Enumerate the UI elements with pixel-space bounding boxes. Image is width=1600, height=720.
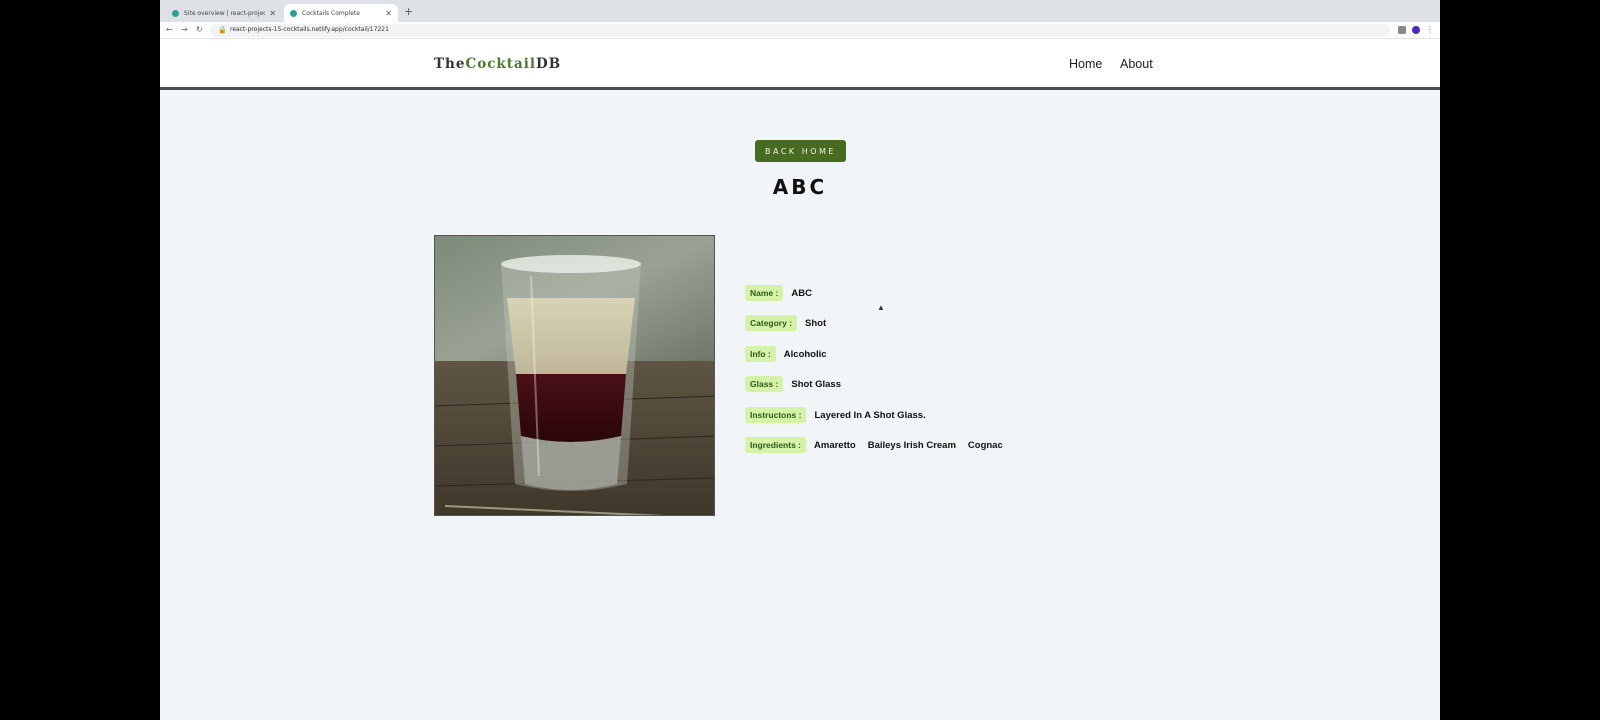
close-tab-icon[interactable]: ✕ [385,9,392,18]
info-value: Alcoholic [783,348,827,360]
info-value: Layered In A Shot Glass. [814,409,926,421]
forward-arrow-icon[interactable]: → [181,25,188,34]
cocktail-image [434,235,715,516]
info-label: Name : [745,285,784,301]
info-row-info: Info : Alcoholic [745,346,827,362]
info-value: Shot [805,317,827,329]
menu-dots-icon[interactable]: ⋮ [1426,25,1434,34]
page-title: ABC [772,175,828,199]
tab-site-overview[interactable]: Site overview | react-projects ✕ [166,4,282,22]
extension-icon[interactable] [1398,26,1406,34]
info-label: Info : [745,346,776,362]
url-text: react-projects-15-cocktails.netlify.app/… [230,26,389,33]
nav-link-home[interactable]: Home [1069,57,1102,71]
tab-favicon-icon [290,9,297,17]
lock-icon: 🔒 [218,27,227,34]
info-row-name: Name : ABC [745,285,812,301]
ingredient-value: Amaretto [814,439,856,451]
shot-glass-photo [435,236,714,515]
tab-title: Cocktails Complete [302,9,360,17]
close-tab-icon[interactable]: ✕ [269,9,276,18]
logo-prefix: The [434,56,466,72]
nav-link-about[interactable]: About [1120,57,1153,71]
info-row-instructions: Instructons : Layered In A Shot Glass. [745,407,926,423]
site-navbar: TheCocktailDB Home About [160,39,1440,90]
address-bar[interactable]: 🔒 react-projects-15-cocktails.netlify.ap… [210,24,1390,37]
new-tab-icon[interactable]: + [404,5,413,18]
info-value: ABC [791,287,812,299]
site-logo[interactable]: TheCocktailDB [434,56,561,72]
info-label: Instructons : [745,407,807,423]
back-arrow-icon[interactable]: ← [166,25,173,34]
logo-middle: Cocktail [465,56,537,72]
info-row-glass: Glass : Shot Glass [745,376,841,392]
browser-toolbar: ← → ↻ 🔒 react-projects-15-cocktails.netl… [160,22,1440,39]
tab-favicon-icon [172,9,179,17]
tab-title: Site overview | react-projects [184,9,266,17]
browser-window: Site overview | react-projects ✕ Cocktai… [160,0,1440,720]
mouse-cursor-icon: ▲ [877,303,885,312]
info-value: Shot Glass [791,378,841,390]
tab-bar: Site overview | react-projects ✕ Cocktai… [160,0,1440,22]
info-row-category: Category : Shot [745,315,826,331]
back-home-button[interactable]: back home [755,140,846,162]
tab-cocktails[interactable]: Cocktails Complete ✕ [284,4,398,22]
info-label: Category : [745,315,798,331]
ingredient-value: Cognac [967,439,1003,451]
info-label: Ingredients : [745,437,807,453]
profile-avatar-icon[interactable] [1412,26,1420,34]
info-row-ingredients: Ingredients : Amaretto Baileys Irish Cre… [745,437,1003,453]
reload-icon[interactable]: ↻ [196,25,203,34]
logo-suffix: DB [536,56,562,72]
info-label: Glass : [745,376,784,392]
ingredient-value: Baileys Irish Cream [867,439,956,451]
